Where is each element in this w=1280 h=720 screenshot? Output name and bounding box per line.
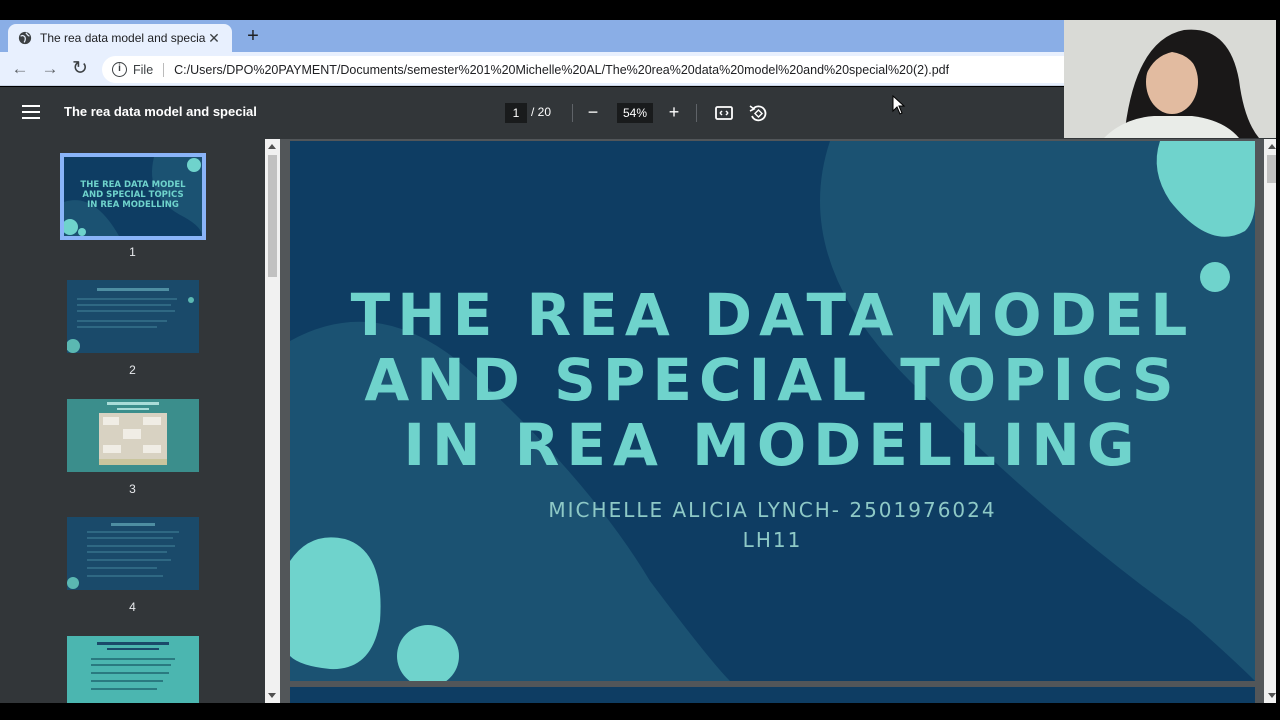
document-title: The rea data model and special xyxy=(64,104,257,119)
thumbnail-page-3[interactable] xyxy=(67,399,199,472)
scroll-down-arrow-icon[interactable] xyxy=(268,693,276,698)
thumbnail-page-1[interactable]: THE REA DATA MODEL AND SPECIAL TOPICS IN… xyxy=(60,153,206,240)
back-button[interactable]: ← xyxy=(8,58,32,80)
rotate-icon[interactable] xyxy=(747,102,769,124)
new-tab-button[interactable]: + xyxy=(242,24,264,48)
page-number-input[interactable]: 1 xyxy=(505,103,527,123)
thumbnail-page-number: 2 xyxy=(129,363,136,377)
sidebar-scroll-thumb[interactable] xyxy=(268,155,277,277)
thumbnail-1-preview: THE REA DATA MODEL AND SPECIAL TOPICS IN… xyxy=(64,157,202,236)
right-black-edge xyxy=(1276,0,1280,720)
mouse-cursor-icon xyxy=(892,95,906,115)
scroll-down-arrow-icon[interactable] xyxy=(1268,693,1276,698)
menu-icon[interactable] xyxy=(22,105,40,119)
thumbnail-page-5[interactable] xyxy=(67,636,199,703)
zoom-out-button[interactable]: − xyxy=(582,101,604,123)
reload-button[interactable]: ↻ xyxy=(68,58,92,80)
scroll-up-arrow-icon[interactable] xyxy=(268,144,276,149)
bottom-black-bar xyxy=(0,703,1280,720)
slide-title-line: THE REA DATA MODEL xyxy=(350,281,1195,349)
forward-button[interactable]: → xyxy=(38,58,62,80)
presenter-video xyxy=(1064,20,1276,138)
thumbnail-page-2[interactable] xyxy=(67,280,199,353)
sidebar-scrollbar[interactable] xyxy=(265,139,280,703)
pdf-viewer[interactable]: THE REA DATA MODEL AND SPECIAL TOPICS IN… xyxy=(280,139,1264,703)
url-text[interactable]: C:/Users/DPO%20PAYMENT/Documents/semeste… xyxy=(174,63,949,77)
thumbnail-page-number: 3 xyxy=(129,482,136,496)
pdf-page-1: THE REA DATA MODEL AND SPECIAL TOPICS IN… xyxy=(290,141,1255,681)
thumbnail-4-preview xyxy=(67,517,199,590)
slide-title: THE REA DATA MODEL AND SPECIAL TOPICS IN… xyxy=(290,283,1255,478)
slide-title-line: AND SPECIAL TOPICS xyxy=(364,346,1181,414)
thumbnail-2-preview xyxy=(67,280,199,353)
slide-subtitle-line: LH11 xyxy=(742,528,803,552)
thumbnail-page-number: 4 xyxy=(129,600,136,614)
zoom-in-button[interactable]: + xyxy=(663,101,685,123)
toolbar-divider xyxy=(572,104,573,122)
tab-title: The rea data model and special xyxy=(40,31,206,45)
slide-subtitle-line: MICHELLE ALICIA LYNCH- 2501976024 xyxy=(548,498,997,522)
close-tab-icon[interactable]: ✕ xyxy=(206,30,222,47)
webcam-overlay xyxy=(1064,20,1276,138)
url-scheme-label: File xyxy=(133,62,165,77)
slide-title-line: IN REA MODELLING xyxy=(403,411,1142,479)
scroll-up-arrow-icon[interactable] xyxy=(1268,144,1276,149)
thumbnail-1-title-line: THE REA DATA MODEL xyxy=(80,180,186,190)
info-icon[interactable]: i xyxy=(112,62,127,77)
thumbnail-page-4[interactable] xyxy=(67,517,199,590)
address-bar[interactable]: i File C:/Users/DPO%20PAYMENT/Documents/… xyxy=(102,56,1202,83)
thumbnail-1-title-line: IN REA MODELLING xyxy=(87,200,179,210)
pdf-page-2-top xyxy=(290,687,1255,703)
browser-tab[interactable]: The rea data model and special ✕ xyxy=(8,24,232,52)
thumbnail-page-number: 1 xyxy=(129,245,136,259)
top-black-bar xyxy=(0,0,1280,20)
zoom-level-input[interactable]: 54% xyxy=(617,103,653,123)
fit-to-page-icon[interactable] xyxy=(713,102,735,124)
thumbnail-5-preview xyxy=(67,636,199,703)
thumbnail-sidebar[interactable]: THE REA DATA MODEL AND SPECIAL TOPICS IN… xyxy=(0,139,265,703)
page-total: / 20 xyxy=(531,105,552,119)
slide-subtitle: MICHELLE ALICIA LYNCH- 2501976024 LH11 xyxy=(290,495,1255,555)
toolbar-divider xyxy=(696,104,697,122)
thumbnail-1-title-line: AND SPECIAL TOPICS xyxy=(82,190,183,200)
globe-icon xyxy=(18,31,32,45)
screen: The rea data model and special ✕ + ← → ↻… xyxy=(0,0,1280,720)
thumbnail-3-preview xyxy=(67,399,199,472)
